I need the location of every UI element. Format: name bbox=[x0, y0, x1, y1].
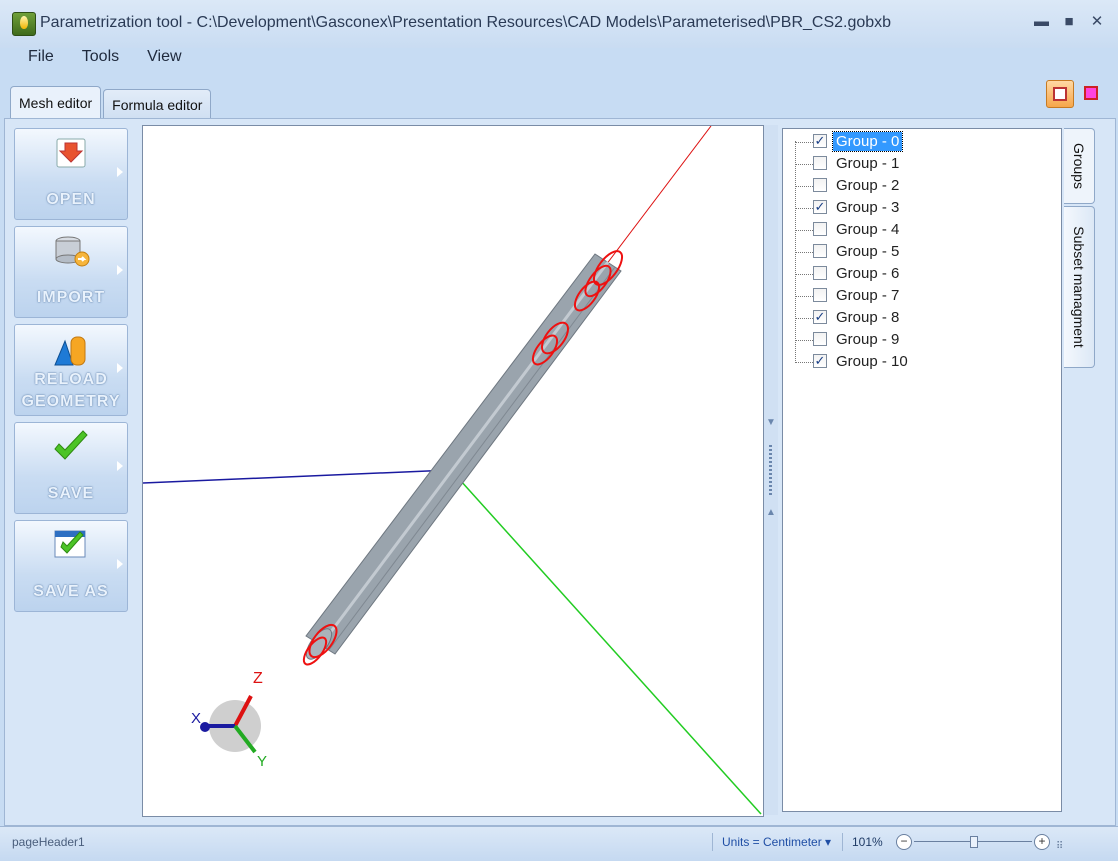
group-checkbox[interactable]: ✓ bbox=[813, 134, 827, 148]
status-bar: pageHeader1 Units = Centimeter ▾ 101% − … bbox=[0, 826, 1118, 861]
axis-gizmo: Z X Y bbox=[191, 670, 267, 770]
panel-splitter[interactable]: ▼ ▲ bbox=[764, 125, 778, 815]
model-canvas: Z X Y bbox=[142, 125, 762, 815]
maximize-button[interactable]: ■ bbox=[1062, 14, 1076, 30]
save-as-icon bbox=[54, 530, 86, 558]
tree-item[interactable]: ✓ Group - 8 bbox=[783, 307, 1053, 329]
save-button[interactable]: SAVE bbox=[14, 422, 128, 514]
tree-item[interactable]: Group - 4 bbox=[783, 219, 1053, 241]
zoom-slider[interactable] bbox=[914, 836, 1032, 848]
reload-geometry-button[interactable]: RELOAD GEOMETRY bbox=[14, 324, 128, 416]
y-axis-line bbox=[450, 469, 762, 815]
tree-item[interactable]: ✓ Group - 0 bbox=[783, 131, 1053, 153]
layout-toggles bbox=[1046, 80, 1104, 108]
group-label[interactable]: Group - 8 bbox=[833, 308, 902, 327]
side-tabs: Groups Subset managment bbox=[1064, 128, 1098, 370]
tree-item[interactable]: Group - 6 bbox=[783, 263, 1053, 285]
group-label[interactable]: Group - 4 bbox=[833, 220, 902, 239]
group-checkbox[interactable] bbox=[813, 178, 827, 192]
resize-grip[interactable]: ⠿ bbox=[1056, 841, 1063, 852]
tree-item[interactable]: Group - 2 bbox=[783, 175, 1053, 197]
zoom-level: 101% bbox=[852, 835, 883, 849]
tree-item[interactable]: Group - 1 bbox=[783, 153, 1053, 175]
group-checkbox[interactable]: ✓ bbox=[813, 354, 827, 368]
tab-subset-label: Subset managment bbox=[1071, 226, 1087, 348]
open-icon bbox=[56, 138, 86, 168]
tab-mesh-editor[interactable]: Mesh editor bbox=[10, 86, 102, 120]
open-label: OPEN bbox=[46, 191, 96, 208]
gizmo-y-label: Y bbox=[257, 753, 267, 770]
group-label[interactable]: Group - 9 bbox=[833, 330, 902, 349]
dual-view-icon[interactable] bbox=[1078, 80, 1104, 106]
group-checkbox[interactable] bbox=[813, 266, 827, 280]
gizmo-z-label: Z bbox=[253, 670, 263, 687]
page-header-label: pageHeader1 bbox=[12, 835, 85, 849]
tab-formula-editor[interactable]: Formula editor bbox=[103, 89, 212, 120]
group-checkbox[interactable] bbox=[813, 222, 827, 236]
zoom-out-button[interactable]: − bbox=[896, 834, 912, 850]
group-label[interactable]: Group - 10 bbox=[833, 352, 911, 371]
database-import-icon bbox=[55, 236, 90, 267]
zoom-slider-thumb[interactable] bbox=[970, 836, 978, 848]
checkmark-icon bbox=[54, 430, 88, 460]
open-button[interactable]: OPEN bbox=[14, 128, 128, 220]
group-checkbox[interactable]: ✓ bbox=[813, 310, 827, 324]
zoom-in-button[interactable]: + bbox=[1034, 834, 1050, 850]
collapse-up-icon[interactable]: ▲ bbox=[766, 507, 776, 518]
group-checkbox[interactable] bbox=[813, 288, 827, 302]
3d-viewport[interactable]: Z X Y bbox=[142, 125, 764, 817]
mesh-model bbox=[305, 253, 622, 660]
gizmo-x-label: X bbox=[191, 710, 201, 727]
group-label[interactable]: Group - 6 bbox=[833, 264, 902, 283]
tab-subset-management[interactable]: Subset managment bbox=[1064, 206, 1095, 368]
toolbar: OPEN IMPORT RELOAD GEOMETRY SAVE SAVE AS bbox=[14, 128, 130, 618]
units-dropdown[interactable]: Units = Centimeter ▾ bbox=[722, 835, 831, 849]
tab-groups[interactable]: Groups bbox=[1064, 128, 1095, 204]
reload-geometry-label: RELOAD GEOMETRY bbox=[21, 371, 121, 410]
collapse-down-icon[interactable]: ▼ bbox=[766, 417, 776, 428]
import-label: IMPORT bbox=[36, 289, 106, 306]
save-as-button[interactable]: SAVE AS bbox=[14, 520, 128, 612]
menu-file[interactable]: File bbox=[0, 42, 66, 72]
editor-tabs: Mesh editor Formula editor bbox=[10, 86, 213, 120]
tree-item[interactable]: Group - 9 bbox=[783, 329, 1053, 351]
save-as-label: SAVE AS bbox=[33, 583, 109, 600]
shapes-icon bbox=[54, 336, 86, 366]
tree-item[interactable]: Group - 5 bbox=[783, 241, 1053, 263]
group-checkbox[interactable] bbox=[813, 332, 827, 346]
window-title: Parametrization tool - C:\Development\Ga… bbox=[40, 14, 892, 31]
minimize-button[interactable]: ▬ bbox=[1034, 14, 1049, 30]
title-bar: Parametrization tool - C:\Development\Ga… bbox=[0, 0, 1118, 48]
group-label[interactable]: Group - 0 bbox=[831, 131, 904, 152]
menu-tools[interactable]: Tools bbox=[66, 42, 131, 72]
group-label[interactable]: Group - 2 bbox=[833, 176, 902, 195]
group-checkbox[interactable] bbox=[813, 156, 827, 170]
tab-groups-label: Groups bbox=[1071, 143, 1087, 189]
tree-item[interactable]: Group - 7 bbox=[783, 285, 1053, 307]
groups-tree: ✓ Group - 0 Group - 1 Group - 2 ✓ Group - 3 Gr… bbox=[782, 128, 1062, 812]
group-label[interactable]: Group - 1 bbox=[833, 154, 902, 173]
group-label[interactable]: Group - 7 bbox=[833, 286, 902, 305]
menu-bar: File Tools View bbox=[0, 42, 1118, 72]
group-checkbox[interactable]: ✓ bbox=[813, 200, 827, 214]
tree-item[interactable]: ✓ Group - 10 bbox=[783, 351, 1053, 373]
app-icon bbox=[12, 12, 36, 36]
group-label[interactable]: Group - 3 bbox=[833, 198, 902, 217]
close-button[interactable]: ✕ bbox=[1090, 14, 1104, 30]
tree-item[interactable]: ✓ Group - 3 bbox=[783, 197, 1053, 219]
menu-view[interactable]: View bbox=[131, 42, 193, 72]
group-label[interactable]: Group - 5 bbox=[833, 242, 902, 261]
group-checkbox[interactable] bbox=[813, 244, 827, 258]
save-label: SAVE bbox=[47, 485, 95, 502]
import-button[interactable]: IMPORT bbox=[14, 226, 128, 318]
single-view-icon[interactable] bbox=[1046, 80, 1074, 108]
x-axis-line bbox=[142, 469, 452, 484]
